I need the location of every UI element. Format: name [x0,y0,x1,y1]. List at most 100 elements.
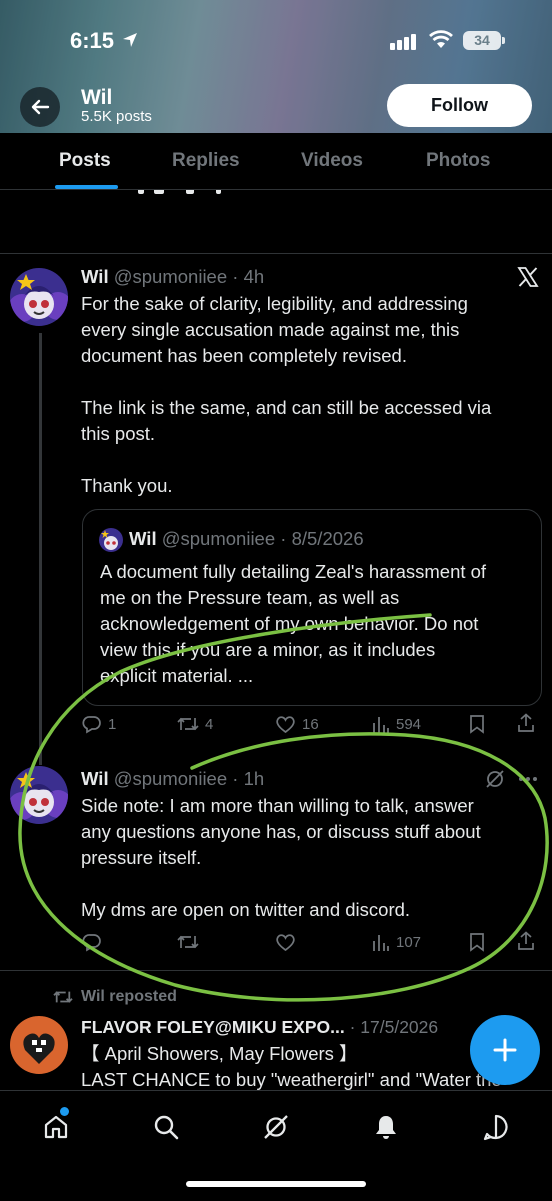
profile-header: 6:15 34 Wil 5.5K posts Follow [0,0,552,133]
post-text-line: document has been completely revised. [81,345,407,366]
status-time: 6:15 [70,28,115,53]
avatar[interactable] [10,1016,68,1074]
views-icon [373,935,389,951]
grok-icon[interactable] [484,768,506,790]
repost-button[interactable]: 4 [177,714,213,734]
post-text-line: Side note: I am more than willing to tal… [81,795,474,816]
post-text-line: 【 April Showers, May Flowers 】 [81,1043,358,1064]
home-indicator [186,1181,366,1187]
plus-icon [493,1038,517,1062]
tab-posts[interactable]: Posts [59,150,111,172]
views-button[interactable]: 107 [372,932,421,952]
nav-grok[interactable] [262,1113,290,1146]
meta-separator: · [227,266,244,287]
thread-line [39,333,42,765]
repost-icon [177,717,199,731]
bell-icon [376,1116,396,1139]
quoted-text-line: explicit material. ... [100,665,254,686]
post-header: Wil @spumoniiee · 1h [81,766,264,792]
nav-home[interactable] [42,1113,70,1146]
post-text-line: any questions anyone has, or discuss stu… [81,821,481,842]
notification-dot [60,1107,69,1116]
quoted-text-line: A document fully detailing Zeal's harass… [100,561,487,582]
bookmark-icon[interactable] [468,714,486,734]
post-text-line: every single accusation made against me,… [81,319,460,340]
post-author-name[interactable]: FLAVOR FOLEY@MIKU EXPO... [81,1017,345,1037]
chat-icon [483,1114,508,1141]
share-icon[interactable] [516,931,536,951]
quoted-date: 8/5/2026 [291,528,364,549]
active-tab-indicator [55,185,118,189]
avatar-image [10,1016,68,1074]
quoted-text-line: view this if you are a minor, as it incl… [100,639,436,660]
cellular-signal-icon [390,34,416,50]
profile-name: Wil [81,86,113,109]
avatar[interactable] [10,268,68,326]
reply-count: 1 [108,715,117,733]
post-header: FLAVOR FOLEY@MIKU EXPO... · 17/5/2026 [81,1014,438,1040]
nav-messages[interactable] [482,1113,510,1146]
nav-search[interactable] [152,1113,180,1146]
post-time[interactable]: 4h [244,266,265,287]
profile-post-count: 5.5K posts [81,108,152,125]
post-text-line: this post. [81,423,156,444]
profile-tabs: Posts Replies Videos Photos [0,133,552,190]
clipped-text-remnant [138,190,228,196]
home-icon [44,1115,68,1139]
post-text-line: Thank you. [81,475,173,496]
reply-icon[interactable] [82,932,102,952]
compose-button[interactable] [470,1015,540,1085]
arrow-left-icon [31,99,50,115]
post-author-name[interactable]: Wil [81,768,109,789]
quoted-text-line: me on the Pressure team, as well as [100,587,400,608]
more-icon[interactable] [518,776,538,782]
like-count: 16 [302,715,319,733]
repost-indicator: Wil reposted [53,988,177,1006]
post-author-handle[interactable]: @spumoniiee [114,768,227,789]
heart-icon[interactable] [275,932,296,952]
tab-photos[interactable]: Photos [426,150,490,172]
grok-icon [264,1115,288,1139]
post-header: Wil @spumoniiee · 4h [81,264,264,290]
back-button[interactable] [20,87,60,127]
wifi-icon [429,30,453,48]
repost-count: 4 [205,715,214,733]
meta-separator: · [344,1017,361,1037]
views-icon [373,717,389,733]
reply-icon [82,716,101,734]
post-author-name[interactable]: Wil [81,266,109,287]
quoted-post-header: Wil @spumoniiee · 8/5/2026 [129,526,364,552]
avatar[interactable] [10,766,68,824]
post-text-line: My dms are open on twitter and discord. [81,899,411,920]
post-author-handle[interactable]: @spumoniiee [114,266,227,287]
repost-icon[interactable] [177,932,199,952]
bookmark-icon[interactable] [468,932,486,952]
post-time[interactable]: 1h [244,768,265,789]
grok-x-icon[interactable] [517,266,539,288]
location-arrow-icon [123,33,137,47]
divider [0,970,552,971]
share-icon[interactable] [516,713,536,733]
search-icon [154,1115,179,1140]
meta-separator: · [227,768,244,789]
tab-videos[interactable]: Videos [301,150,363,172]
post-text-line: The link is the same, and can still be a… [81,397,492,418]
avatar-image [10,268,68,326]
post-date[interactable]: 17/5/2026 [360,1017,438,1037]
post-text-line: pressure itself. [81,847,202,868]
quoted-avatar [99,528,123,552]
reply-button[interactable]: 1 [82,714,116,734]
follow-button[interactable]: Follow [387,84,532,127]
avatar-image [10,766,68,824]
meta-separator: · [275,528,292,549]
views-count: 107 [396,933,422,951]
like-button[interactable]: 16 [275,714,319,734]
views-button[interactable]: 594 [372,714,421,734]
tab-replies[interactable]: Replies [172,150,240,172]
battery-indicator: 34 [463,31,505,50]
quoted-text-line: acknowledgement of my own behavior. Do n… [100,613,479,634]
quoted-post[interactable]: Wil @spumoniiee · 8/5/2026 A document fu… [82,509,542,706]
nav-notifications[interactable] [372,1113,400,1146]
status-bar: 6:15 34 [0,28,552,58]
views-count: 594 [396,715,422,733]
